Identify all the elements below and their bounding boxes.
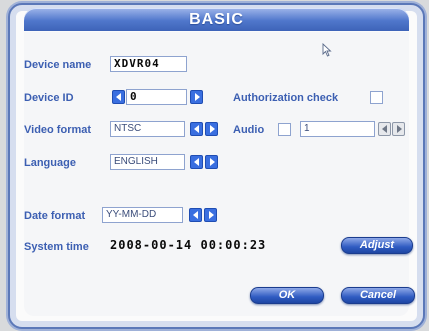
dialog-body [24,32,409,316]
system-time-value: 2008-00-14 00:00:23 [110,238,267,252]
language-next-button[interactable] [205,155,218,169]
audio-checkbox[interactable] [278,123,291,136]
audio-channel-field[interactable]: 1 [300,121,375,137]
cancel-button[interactable]: Cancel [341,287,415,304]
device-name-label: Device name [24,59,92,71]
language-field[interactable]: ENGLISH [110,154,185,170]
audio-channel-next-button[interactable] [392,122,405,136]
device-id-decrement-button[interactable] [112,90,125,104]
language-label: Language [24,157,76,169]
date-format-label: Date format [24,210,86,222]
mouse-cursor-icon [322,43,332,57]
video-format-label: Video format [24,124,92,136]
audio-channel-prev-button[interactable] [378,122,391,136]
dialog-title: BASIC [189,11,244,28]
device-id-input[interactable]: 0 [126,89,187,105]
video-format-prev-button[interactable] [190,122,203,136]
device-id-label: Device ID [24,92,74,104]
date-format-prev-button[interactable] [189,208,202,222]
date-format-next-button[interactable] [204,208,217,222]
device-name-input[interactable]: XDVR04 [110,56,187,72]
adjust-button[interactable]: Adjust [341,237,413,254]
system-time-label: System time [24,241,89,253]
video-format-next-button[interactable] [205,122,218,136]
video-format-field[interactable]: NTSC [110,121,185,137]
authorization-check-label: Authorization check [233,92,339,104]
device-id-increment-button[interactable] [190,90,203,104]
date-format-field[interactable]: YY-MM-DD [102,207,183,223]
authorization-checkbox[interactable] [370,91,383,104]
language-prev-button[interactable] [190,155,203,169]
title-bar: BASIC [24,8,409,31]
audio-label: Audio [233,124,265,136]
ok-button[interactable]: OK [250,287,324,304]
